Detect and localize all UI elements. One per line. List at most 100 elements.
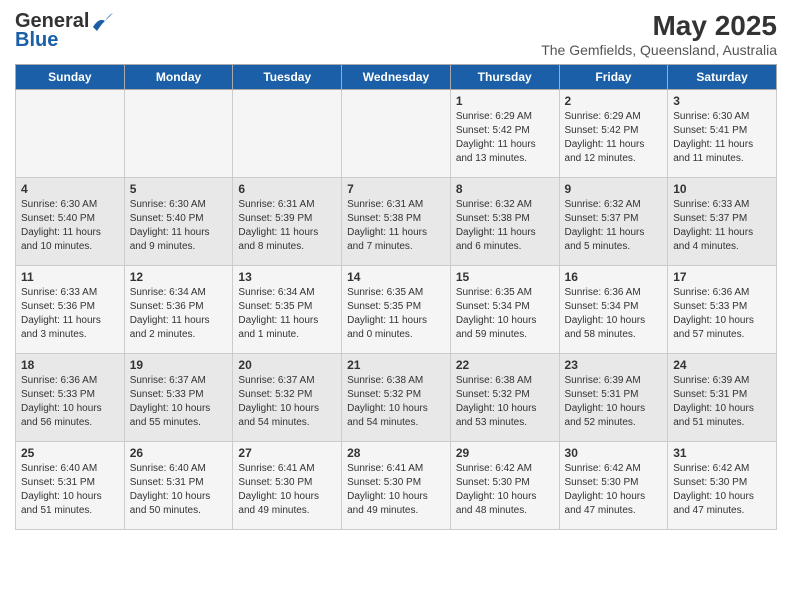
day-number: 23 bbox=[565, 358, 663, 372]
calendar-cell bbox=[16, 90, 125, 178]
day-number: 26 bbox=[130, 446, 228, 460]
calendar-week-row: 1 Sunrise: 6:29 AM Sunset: 5:42 PM Daylig… bbox=[16, 90, 777, 178]
calendar-cell: 4 Sunrise: 6:30 AM Sunset: 5:40 PM Daylig… bbox=[16, 178, 125, 266]
day-number: 1 bbox=[456, 94, 554, 108]
location-text: The Gemfields, Queensland, Australia bbox=[541, 42, 777, 58]
day-of-week-header: Saturday bbox=[668, 65, 777, 90]
calendar-week-row: 18Sunrise: 6:36 AM Sunset: 5:33 PM Dayli… bbox=[16, 354, 777, 442]
day-number: 17 bbox=[673, 270, 771, 284]
day-of-week-header: Monday bbox=[124, 65, 233, 90]
day-number: 16 bbox=[565, 270, 663, 284]
calendar-cell bbox=[342, 90, 451, 178]
day-of-week-header: Tuesday bbox=[233, 65, 342, 90]
day-info: Sunrise: 6:34 AM Sunset: 5:36 PM Dayligh… bbox=[130, 286, 228, 342]
calendar-cell: 17Sunrise: 6:36 AM Sunset: 5:33 PM Dayli… bbox=[668, 266, 777, 354]
calendar-cell: 29 Sunrise: 6:42 AM Sunset: 5:30 PM Dayli… bbox=[450, 442, 559, 530]
day-info: Sunrise: 6:32 AM Sunset: 5:37 PM Dayligh… bbox=[565, 198, 663, 254]
day-number: 28 bbox=[347, 446, 445, 460]
calendar-cell: 16 Sunrise: 6:36 AM Sunset: 5:34 PM Dayli… bbox=[559, 266, 668, 354]
day-info: Sunrise: 6:34 AM Sunset: 5:35 PM Dayligh… bbox=[238, 286, 336, 342]
day-of-week-header: Wednesday bbox=[342, 65, 451, 90]
day-info: Sunrise: 6:40 AM Sunset: 5:31 PM Dayligh… bbox=[130, 462, 228, 518]
day-number: 8 bbox=[456, 182, 554, 196]
day-number: 27 bbox=[238, 446, 336, 460]
day-number: 14 bbox=[347, 270, 445, 284]
month-title: May 2025 bbox=[541, 10, 777, 42]
calendar-cell: 12 Sunrise: 6:34 AM Sunset: 5:36 PM Dayli… bbox=[124, 266, 233, 354]
day-info: Sunrise: 6:40 AM Sunset: 5:31 PM Dayligh… bbox=[21, 462, 119, 518]
logo-blue-text: Blue bbox=[15, 29, 58, 52]
day-number: 9 bbox=[565, 182, 663, 196]
calendar-cell: 10 Sunrise: 6:33 AM Sunset: 5:37 PM Dayli… bbox=[668, 178, 777, 266]
day-info: Sunrise: 6:32 AM Sunset: 5:38 PM Dayligh… bbox=[456, 198, 554, 254]
day-number: 7 bbox=[347, 182, 445, 196]
title-block: May 2025 The Gemfields, Queensland, Aust… bbox=[541, 10, 777, 58]
day-number: 24 bbox=[673, 358, 771, 372]
day-number: 12 bbox=[130, 270, 228, 284]
calendar-cell: 26 Sunrise: 6:40 AM Sunset: 5:31 PM Dayli… bbox=[124, 442, 233, 530]
day-number: 30 bbox=[565, 446, 663, 460]
day-info: Sunrise: 6:31 AM Sunset: 5:38 PM Dayligh… bbox=[347, 198, 445, 254]
day-number: 3 bbox=[673, 94, 771, 108]
day-number: 10 bbox=[673, 182, 771, 196]
calendar-cell: 5 Sunrise: 6:30 AM Sunset: 5:40 PM Daylig… bbox=[124, 178, 233, 266]
day-of-week-header: Friday bbox=[559, 65, 668, 90]
day-info: Sunrise: 6:41 AM Sunset: 5:30 PM Dayligh… bbox=[238, 462, 336, 518]
calendar-cell: 24 Sunrise: 6:39 AM Sunset: 5:31 PM Dayli… bbox=[668, 354, 777, 442]
day-info: Sunrise: 6:30 AM Sunset: 5:40 PM Dayligh… bbox=[21, 198, 119, 254]
day-info: Sunrise: 6:42 AM Sunset: 5:30 PM Dayligh… bbox=[673, 462, 771, 518]
day-info: Sunrise: 6:37 AM Sunset: 5:32 PM Dayligh… bbox=[238, 374, 336, 430]
day-info: Sunrise: 6:39 AM Sunset: 5:31 PM Dayligh… bbox=[673, 374, 771, 430]
day-number: 4 bbox=[21, 182, 119, 196]
day-info: Sunrise: 6:39 AM Sunset: 5:31 PM Dayligh… bbox=[565, 374, 663, 430]
calendar-cell: 14 Sunrise: 6:35 AM Sunset: 5:35 PM Dayli… bbox=[342, 266, 451, 354]
day-info: Sunrise: 6:42 AM Sunset: 5:30 PM Dayligh… bbox=[456, 462, 554, 518]
calendar-cell: 27 Sunrise: 6:41 AM Sunset: 5:30 PM Dayli… bbox=[233, 442, 342, 530]
day-info: Sunrise: 6:29 AM Sunset: 5:42 PM Dayligh… bbox=[456, 110, 554, 166]
calendar-cell: 2Sunrise: 6:29 AM Sunset: 5:42 PM Daylig… bbox=[559, 90, 668, 178]
calendar-cell: 30 Sunrise: 6:42 AM Sunset: 5:30 PM Dayli… bbox=[559, 442, 668, 530]
day-of-week-header: Thursday bbox=[450, 65, 559, 90]
calendar-cell: 22Sunrise: 6:38 AM Sunset: 5:32 PM Dayli… bbox=[450, 354, 559, 442]
day-info: Sunrise: 6:30 AM Sunset: 5:41 PM Dayligh… bbox=[673, 110, 771, 166]
day-info: Sunrise: 6:42 AM Sunset: 5:30 PM Dayligh… bbox=[565, 462, 663, 518]
day-info: Sunrise: 6:29 AM Sunset: 5:42 PM Dayligh… bbox=[565, 110, 663, 166]
calendar-cell: 19Sunrise: 6:37 AM Sunset: 5:33 PM Dayli… bbox=[124, 354, 233, 442]
calendar-week-row: 4 Sunrise: 6:30 AM Sunset: 5:40 PM Daylig… bbox=[16, 178, 777, 266]
day-number: 18 bbox=[21, 358, 119, 372]
day-info: Sunrise: 6:41 AM Sunset: 5:30 PM Dayligh… bbox=[347, 462, 445, 518]
day-info: Sunrise: 6:33 AM Sunset: 5:37 PM Dayligh… bbox=[673, 198, 771, 254]
calendar-cell: 8 Sunrise: 6:32 AM Sunset: 5:38 PM Daylig… bbox=[450, 178, 559, 266]
day-number: 5 bbox=[130, 182, 228, 196]
logo: General Blue bbox=[15, 10, 113, 52]
day-info: Sunrise: 6:30 AM Sunset: 5:40 PM Dayligh… bbox=[130, 198, 228, 254]
calendar-week-row: 11 Sunrise: 6:33 AM Sunset: 5:36 PM Dayli… bbox=[16, 266, 777, 354]
day-info: Sunrise: 6:35 AM Sunset: 5:35 PM Dayligh… bbox=[347, 286, 445, 342]
day-number: 11 bbox=[21, 270, 119, 284]
calendar-cell: 7 Sunrise: 6:31 AM Sunset: 5:38 PM Daylig… bbox=[342, 178, 451, 266]
calendar-table: SundayMondayTuesdayWednesdayThursdayFrid… bbox=[15, 64, 777, 530]
day-number: 13 bbox=[238, 270, 336, 284]
logo-bird-icon bbox=[91, 13, 113, 31]
day-info: Sunrise: 6:33 AM Sunset: 5:36 PM Dayligh… bbox=[21, 286, 119, 342]
calendar-cell: 13 Sunrise: 6:34 AM Sunset: 5:35 PM Dayli… bbox=[233, 266, 342, 354]
day-number: 21 bbox=[347, 358, 445, 372]
calendar-cell: 25 Sunrise: 6:40 AM Sunset: 5:31 PM Dayli… bbox=[16, 442, 125, 530]
calendar-cell: 23 Sunrise: 6:39 AM Sunset: 5:31 PM Dayli… bbox=[559, 354, 668, 442]
calendar-cell: 1 Sunrise: 6:29 AM Sunset: 5:42 PM Daylig… bbox=[450, 90, 559, 178]
day-number: 29 bbox=[456, 446, 554, 460]
calendar-cell: 9 Sunrise: 6:32 AM Sunset: 5:37 PM Daylig… bbox=[559, 178, 668, 266]
day-info: Sunrise: 6:37 AM Sunset: 5:33 PM Dayligh… bbox=[130, 374, 228, 430]
calendar-cell: 11 Sunrise: 6:33 AM Sunset: 5:36 PM Dayli… bbox=[16, 266, 125, 354]
calendar-cell: 3 Sunrise: 6:30 AM Sunset: 5:41 PM Daylig… bbox=[668, 90, 777, 178]
calendar-cell: 28 Sunrise: 6:41 AM Sunset: 5:30 PM Dayli… bbox=[342, 442, 451, 530]
calendar-cell: 18Sunrise: 6:36 AM Sunset: 5:33 PM Dayli… bbox=[16, 354, 125, 442]
day-info: Sunrise: 6:36 AM Sunset: 5:34 PM Dayligh… bbox=[565, 286, 663, 342]
day-number: 31 bbox=[673, 446, 771, 460]
day-number: 25 bbox=[21, 446, 119, 460]
calendar-cell: 31 Sunrise: 6:42 AM Sunset: 5:30 PM Dayli… bbox=[668, 442, 777, 530]
calendar-cell: 6Sunrise: 6:31 AM Sunset: 5:39 PM Daylig… bbox=[233, 178, 342, 266]
day-number: 15 bbox=[456, 270, 554, 284]
calendar-cell: 15Sunrise: 6:35 AM Sunset: 5:34 PM Dayli… bbox=[450, 266, 559, 354]
calendar-cell: 21Sunrise: 6:38 AM Sunset: 5:32 PM Dayli… bbox=[342, 354, 451, 442]
